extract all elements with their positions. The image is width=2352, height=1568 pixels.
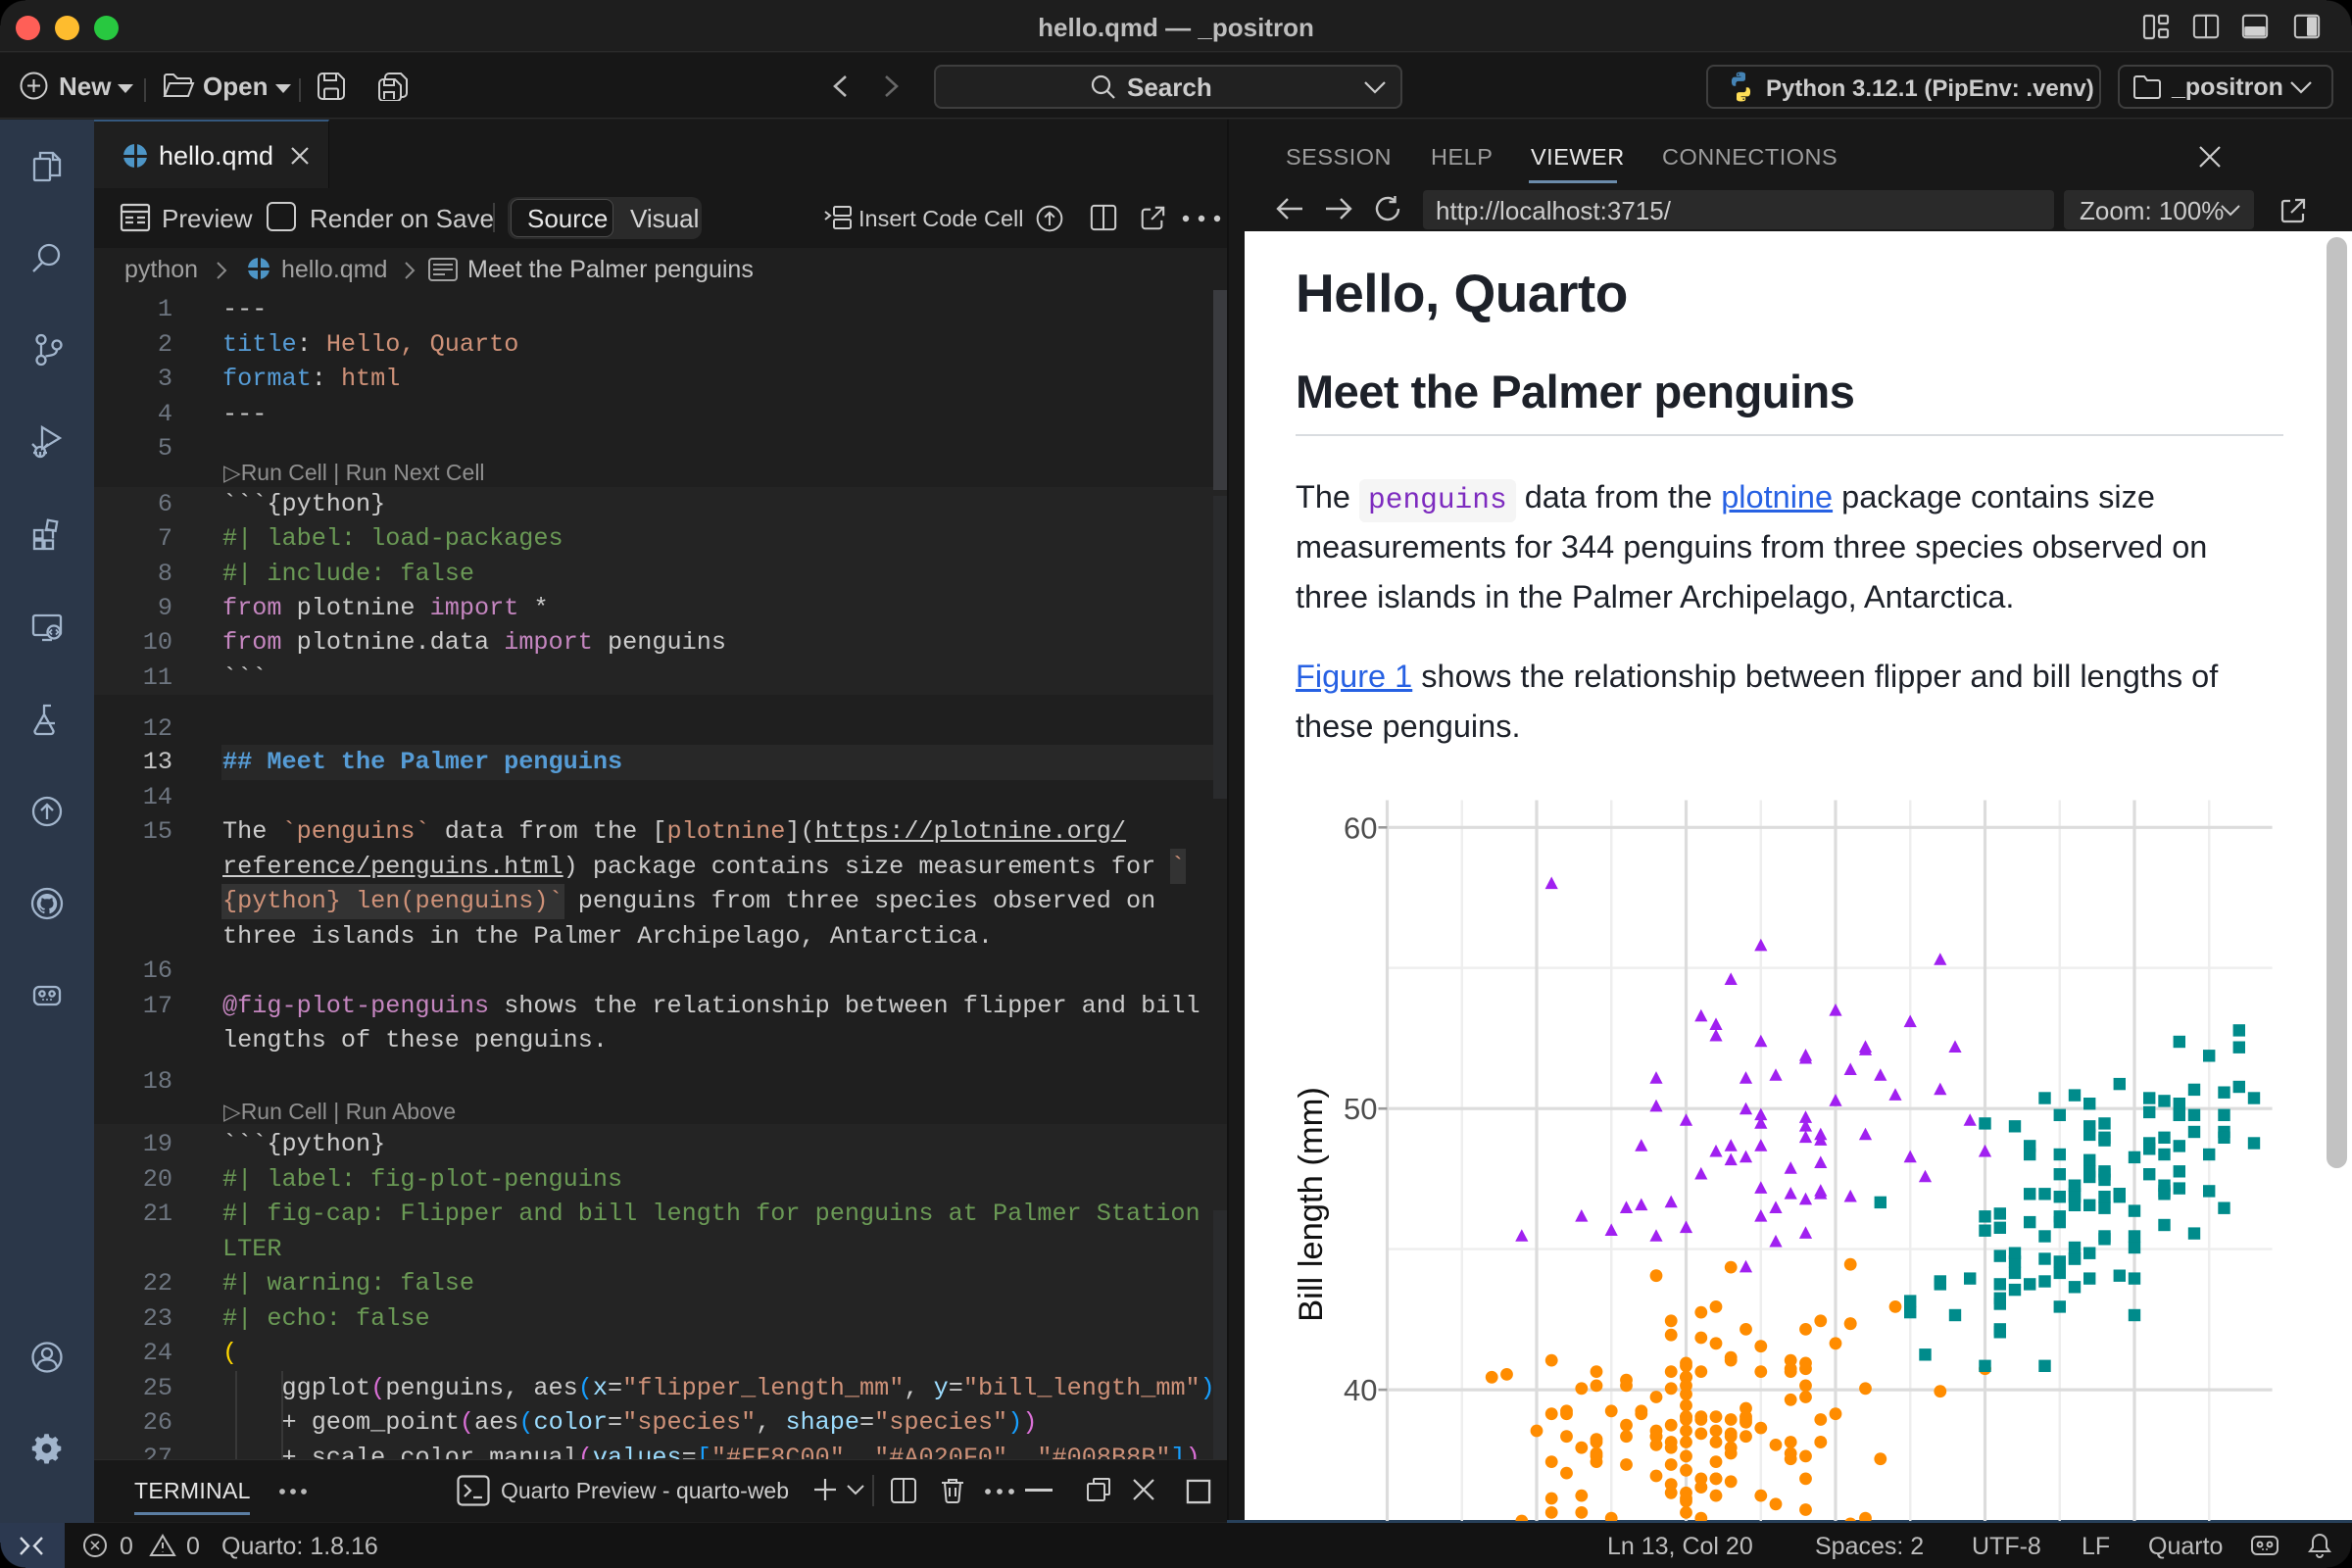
svg-text:40: 40: [1344, 1373, 1377, 1407]
svg-text:60: 60: [1344, 810, 1377, 845]
svg-text:Bill length (mm): Bill length (mm): [1293, 1087, 1330, 1322]
svg-text:50: 50: [1344, 1092, 1377, 1126]
